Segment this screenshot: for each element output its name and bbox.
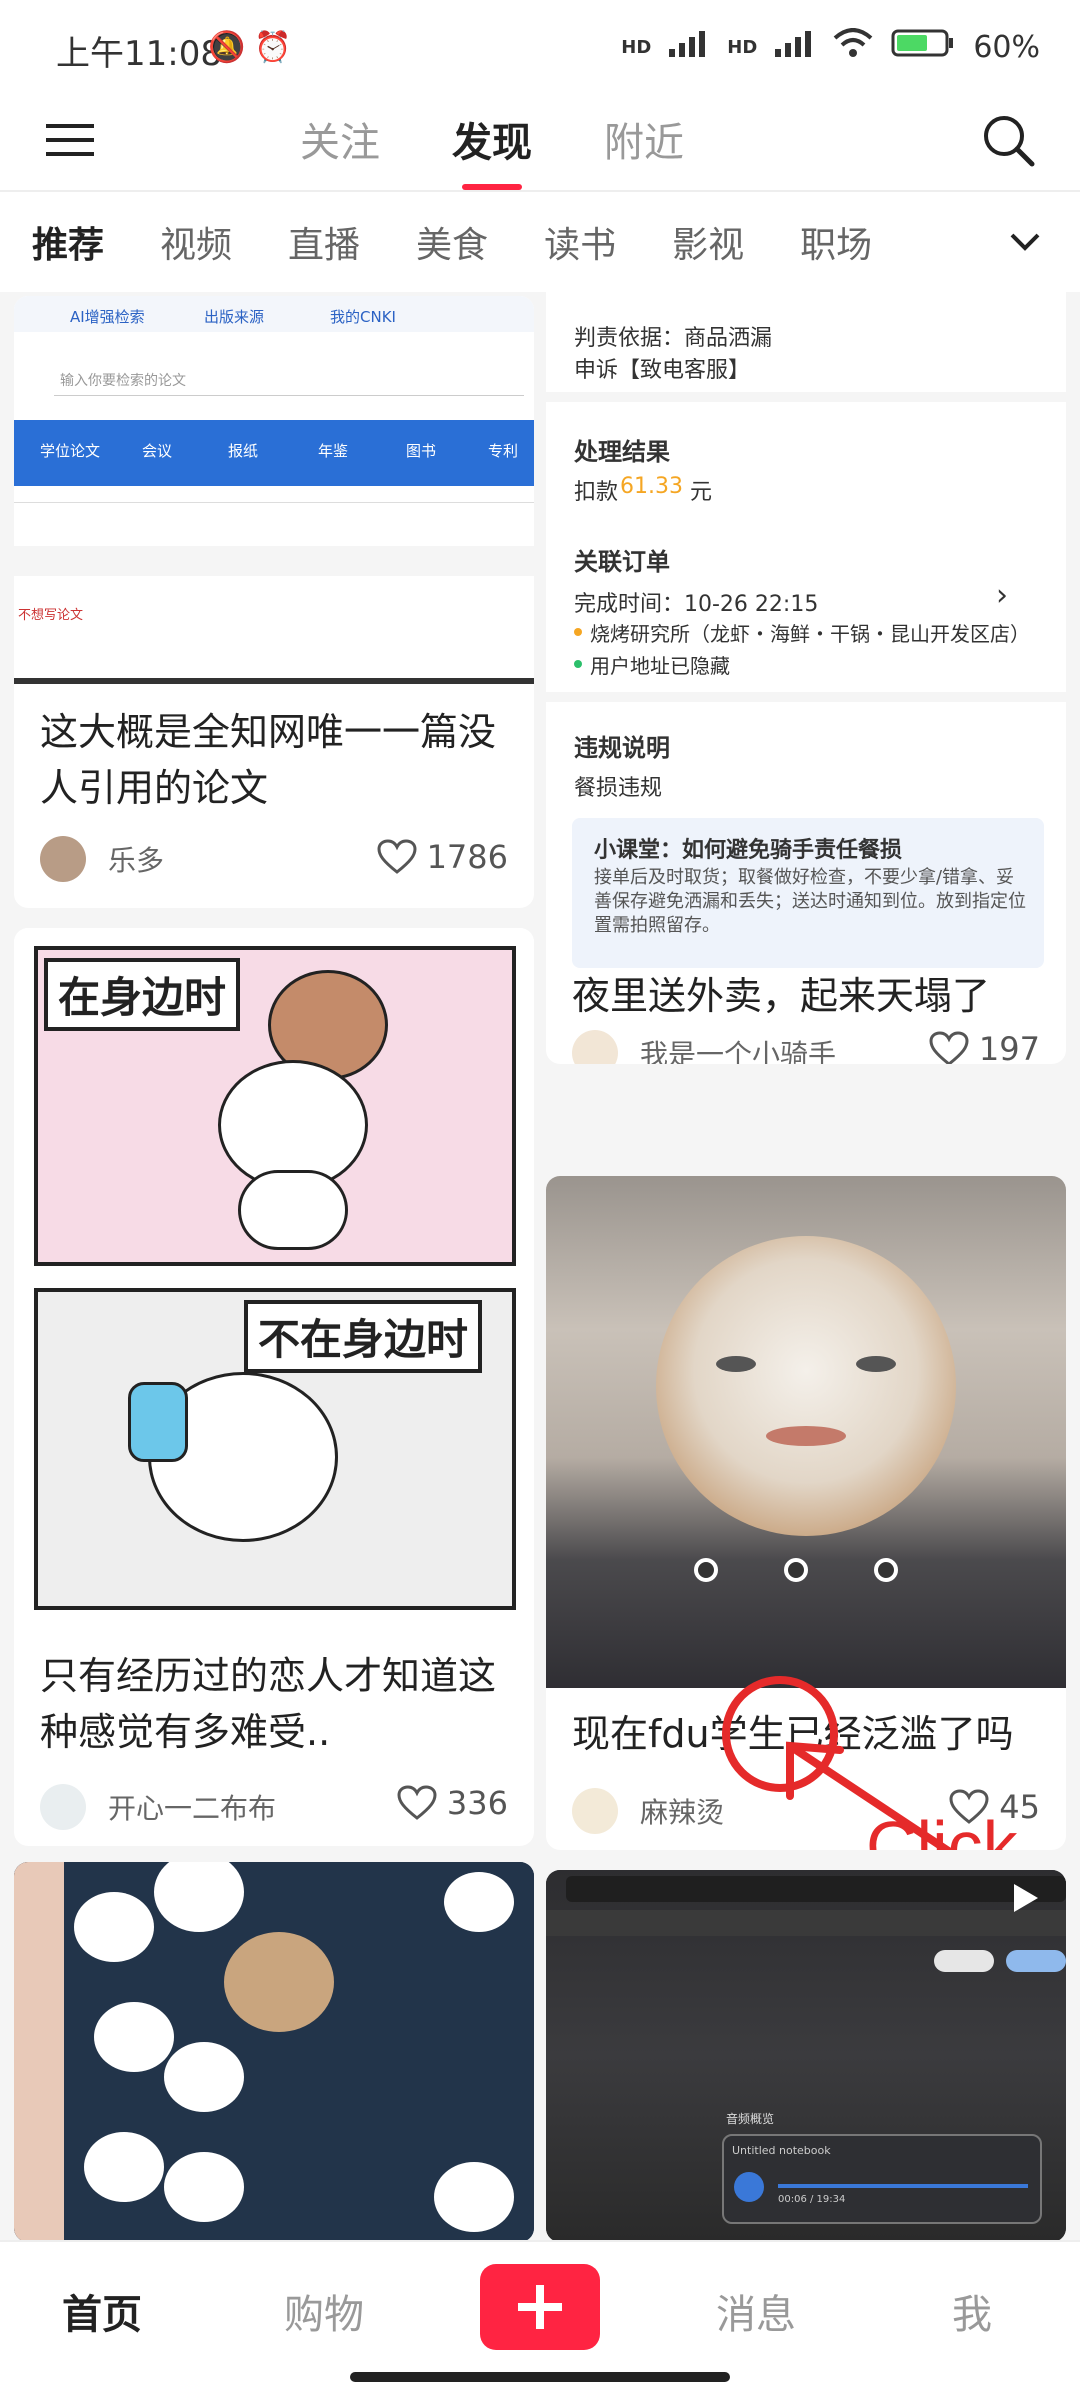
- note-author[interactable]: 麻辣烫: [572, 1788, 724, 1834]
- note-card[interactable]: 音频概览 Untitled notebook 00:06 / 19:34: [546, 1870, 1066, 2240]
- heart-icon: [377, 839, 417, 874]
- carousel-dot: [784, 1558, 808, 1582]
- battery-percent: 60%: [973, 29, 1040, 65]
- note-title[interactable]: 夜里送外卖，起来天塌了: [572, 968, 1040, 1024]
- category-bar: 推荐 视频 直播 美食 读书 影视 职场: [0, 192, 1080, 292]
- note-card[interactable]: 现在fdu学生已经泛滥了吗 麻辣烫 45 Click: [546, 1176, 1066, 1850]
- carousel-dot: [874, 1558, 898, 1582]
- avatar: [572, 1788, 618, 1834]
- chevron-right-icon: ›: [996, 578, 1008, 613]
- note-card[interactable]: [14, 1862, 534, 2240]
- category-recommend[interactable]: 推荐: [32, 216, 104, 268]
- like-button[interactable]: 1786: [377, 838, 508, 876]
- note-card[interactable]: 判责依据：商品洒漏 申诉【致电客服】 处理结果 扣款 61.33 元 关联订单 …: [546, 292, 1066, 1064]
- note-cover-image: [546, 1176, 1066, 1688]
- author-name: 开心一二布布: [108, 1792, 277, 1825]
- home-indicator: [350, 2372, 730, 2382]
- tab-follow[interactable]: 关注: [300, 110, 380, 168]
- panda-illustration: [74, 1892, 154, 1962]
- search-icon[interactable]: [980, 112, 1036, 172]
- feed-tabs: 关注 发现 附近: [300, 110, 684, 190]
- nav-me[interactable]: 我: [952, 2282, 992, 2340]
- note-title[interactable]: 只有经历过的恋人才知道这种感觉有多难受..: [40, 1648, 508, 1760]
- avatar: [40, 1784, 86, 1830]
- tab-nearby[interactable]: 附近: [604, 110, 684, 168]
- click-annotation-label: Click: [866, 1807, 1018, 1850]
- note-card[interactable]: AI增强检索 出版来源 我的CNKI 输入你要检索的论文 学位论文 会议 报纸 …: [14, 296, 534, 908]
- feed: AI增强检索 出版来源 我的CNKI 输入你要检索的论文 学位论文 会议 报纸 …: [0, 292, 1080, 2240]
- nav-messages[interactable]: 消息: [716, 2282, 796, 2340]
- note-cover-image: [14, 1862, 534, 2240]
- play-button: [734, 2172, 764, 2202]
- like-count: 336: [446, 1784, 508, 1822]
- top-nav: 关注 发现 附近: [0, 96, 1080, 192]
- status-bar: 上午11:08 🔕 ⏰ HD HD 60%: [0, 0, 1080, 96]
- cat-illustration: [656, 1236, 956, 1536]
- signal-icon: [669, 29, 709, 65]
- author-name: 麻辣烫: [640, 1796, 725, 1829]
- wifi-icon: [833, 28, 873, 66]
- plus-icon: [518, 2285, 562, 2329]
- note-author[interactable]: 开心一二布布: [40, 1784, 276, 1830]
- category-expand-button[interactable]: [970, 192, 1080, 292]
- signal-hd-2: HD: [727, 36, 758, 58]
- note-author[interactable]: 我是一个小骑手: [572, 1030, 836, 1064]
- status-time: 上午11:08: [56, 34, 222, 74]
- nav-home[interactable]: 首页: [62, 2282, 142, 2340]
- carousel-dot: [694, 1558, 718, 1582]
- video-play-icon: [1014, 1884, 1038, 1912]
- category-reading[interactable]: 读书: [544, 216, 616, 268]
- heart-icon: [397, 1785, 437, 1820]
- category-movies[interactable]: 影视: [672, 216, 744, 268]
- category-career[interactable]: 职场: [800, 216, 872, 268]
- like-button[interactable]: 336: [397, 1784, 508, 1822]
- like-button[interactable]: 197: [929, 1030, 1040, 1064]
- like-count: 1786: [426, 838, 508, 876]
- category-list: 推荐 视频 直播 美食 读书 影视 职场: [32, 216, 872, 268]
- note-author[interactable]: 乐多: [40, 836, 164, 882]
- video-play-icon: [490, 1896, 510, 1918]
- category-video[interactable]: 视频: [160, 216, 232, 268]
- alarm-icon: ⏰: [254, 30, 292, 65]
- chevron-down-icon: [1010, 233, 1040, 251]
- note-cover-image: 在身边时 不在身边时: [14, 928, 534, 1636]
- publish-button[interactable]: [480, 2264, 600, 2350]
- signal-icon-2: [775, 29, 815, 65]
- bear-illustration: [224, 1932, 334, 2032]
- note-card[interactable]: 在身边时 不在身边时 只有经历过的恋人才知道这种感觉有多难受.. 开心一二布布 …: [14, 928, 534, 1846]
- comic-caption: 在身边时: [44, 958, 241, 1031]
- avatar: [572, 1030, 618, 1064]
- mute-icon: 🔕: [208, 30, 246, 65]
- nav-shop[interactable]: 购物: [284, 2282, 364, 2340]
- category-live[interactable]: 直播: [288, 216, 360, 268]
- tab-discover[interactable]: 发现: [452, 110, 532, 190]
- panda-illustration: [154, 1862, 244, 1932]
- avatar: [40, 836, 86, 882]
- phone-illustration: [128, 1382, 188, 1462]
- category-food[interactable]: 美食: [416, 216, 488, 268]
- author-name: 乐多: [108, 844, 165, 877]
- note-cover-image: AI增强检索 出版来源 我的CNKI 输入你要检索的论文 学位论文 会议 报纸 …: [14, 296, 534, 684]
- author-name: 我是一个小骑手: [640, 1038, 837, 1064]
- dot-icon: [574, 628, 582, 636]
- comic-caption: 不在身边时: [244, 1300, 483, 1373]
- note-cover-image: 判责依据：商品洒漏 申诉【致电客服】 处理结果 扣款 61.33 元 关联订单 …: [546, 292, 1066, 968]
- battery-icon: [891, 28, 955, 66]
- like-count: 197: [978, 1030, 1040, 1064]
- heart-icon: [929, 1031, 969, 1064]
- status-right: HD HD 60%: [621, 28, 1040, 66]
- signal-hd-1: HD: [621, 36, 652, 58]
- dot-icon: [574, 660, 582, 668]
- note-cover-image: 音频概览 Untitled notebook 00:06 / 19:34: [546, 1870, 1066, 2240]
- menu-icon[interactable]: [44, 114, 96, 170]
- note-title[interactable]: 这大概是全知网唯一一篇没人引用的论文: [40, 704, 508, 816]
